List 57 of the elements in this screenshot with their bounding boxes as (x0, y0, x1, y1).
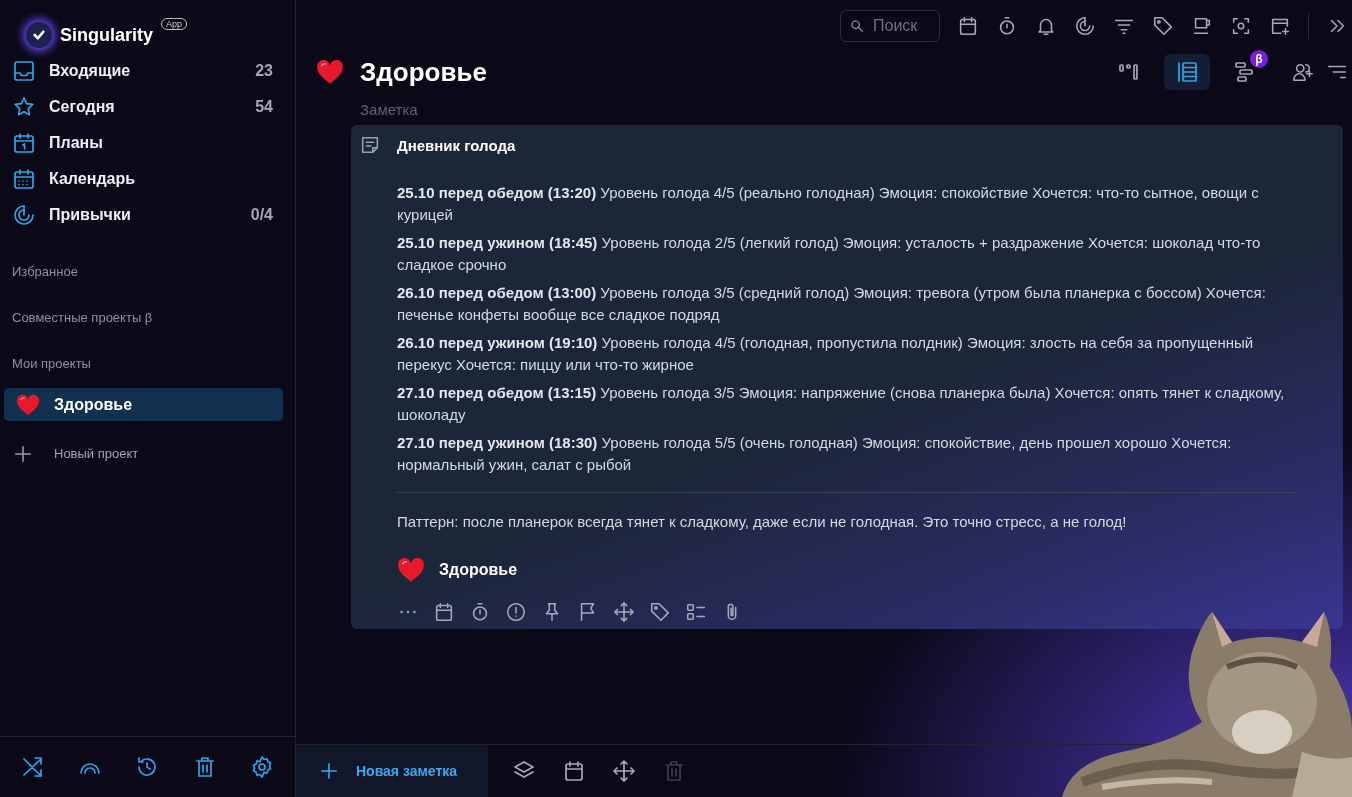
project-tag: Здоровье (439, 561, 518, 579)
view-button[interactable] (1164, 54, 1210, 90)
nav-item[interactable]: Планы (0, 125, 295, 161)
tag-icon[interactable] (1152, 15, 1174, 37)
project-name: Здоровье (54, 395, 133, 414)
note-icon (359, 134, 381, 156)
add-user-icon[interactable] (1292, 61, 1314, 83)
new-project-button[interactable]: Новый проект (0, 437, 295, 470)
section-heading[interactable]: Избранное (0, 248, 295, 294)
calendar-icon (12, 131, 36, 155)
note-title: Дневник голода (397, 136, 516, 154)
nav-item[interactable]: Привычки 0/4 (0, 197, 295, 233)
page-subtitle: Заметка (359, 100, 419, 120)
item-count: 54 (255, 98, 273, 116)
star-icon (12, 95, 36, 119)
shuffle-icon[interactable] (20, 755, 45, 779)
diary-entry: 25.10 перед обедом (13:20) Уровень голода 4/5 (реально голодная) Эмоция: спокойствие Хочется: что-то сытное, овощи с курицей (397, 183, 1260, 225)
calendar-icon (12, 167, 36, 191)
focus-icon[interactable] (1230, 15, 1252, 37)
checklist-icon[interactable] (685, 601, 707, 623)
item-count: 0/4 (250, 206, 273, 224)
section-heading[interactable]: Мои проекты (0, 340, 295, 386)
alert-icon[interactable] (505, 601, 527, 623)
page-title: Здоровье (360, 56, 488, 88)
beta-badge: β (1250, 50, 1268, 68)
inbox-icon (12, 59, 36, 83)
diary-entry: 25.10 перед ужином (18:45) Уровень голода 2/5 (легкий голод) Эмоция: усталость + раздражение Хочется: шоколад что-то сладкое срочно (397, 233, 1262, 275)
search-icon (849, 18, 865, 34)
note-conclusion: Паттерн: после планерок всегда тянет к сладкому, даже если не голодная. Это точно стресс, а не голод! (397, 512, 1128, 532)
diary-entry: 26.10 перед ужином (19:10) Уровень голода 4/5 (голодная, пропустила полдник) Эмоция: злость на себя за пропущенный перекус Хочется: пиццу или что-то жирное (397, 333, 1255, 375)
target-icon (12, 203, 36, 227)
diary-entry: 27.10 перед обедом (13:15) Уровень голода 3/5 Эмоция: напряжение (снова планерка была) Хочется: опять тянет к сладкому, шоколаду (397, 383, 1286, 425)
item-count: 23 (255, 62, 273, 80)
heart-icon (316, 59, 344, 85)
list-icon (1175, 60, 1199, 84)
move-icon[interactable] (612, 759, 636, 783)
new-note-button[interactable]: Новая заметка (296, 745, 488, 797)
nav-item[interactable]: Сегодня 54 (0, 89, 295, 125)
cup-icon[interactable] (1191, 15, 1213, 37)
nav-item[interactable]: Календарь (0, 161, 295, 197)
calendar-icon[interactable] (957, 15, 979, 37)
target-icon[interactable] (1074, 15, 1096, 37)
project-item[interactable]: Здоровье (4, 388, 283, 421)
tag-icon[interactable] (649, 601, 671, 623)
diary-entry: 26.10 перед обедом (13:00) Уровень голода 3/5 (средний голод) Эмоция: тревога (утром была планерка с боссом) Хочется: печенье конфеты вообще все сладкое подряд (397, 283, 1267, 325)
plus-icon (318, 760, 340, 782)
logo-icon (26, 22, 52, 48)
nav-item[interactable]: Входящие 23 (0, 53, 295, 89)
heart-icon (16, 393, 40, 416)
heart-icon (397, 557, 425, 583)
calendar-icon[interactable] (562, 759, 586, 783)
search-field[interactable]: Поиск (840, 10, 940, 42)
diary-entry: 27.10 перед ужином (18:30) Уровень голода 5/5 (очень голодная) Эмоция: спокойствие, день прошел хорошо Хочется: нормальный ужин, салат с рыбой (397, 433, 1233, 475)
app-name: Singularity (60, 24, 153, 46)
calendar-icon[interactable] (433, 601, 455, 623)
move-icon[interactable] (613, 601, 635, 623)
section-heading[interactable]: Совместные проекты β (0, 294, 295, 340)
